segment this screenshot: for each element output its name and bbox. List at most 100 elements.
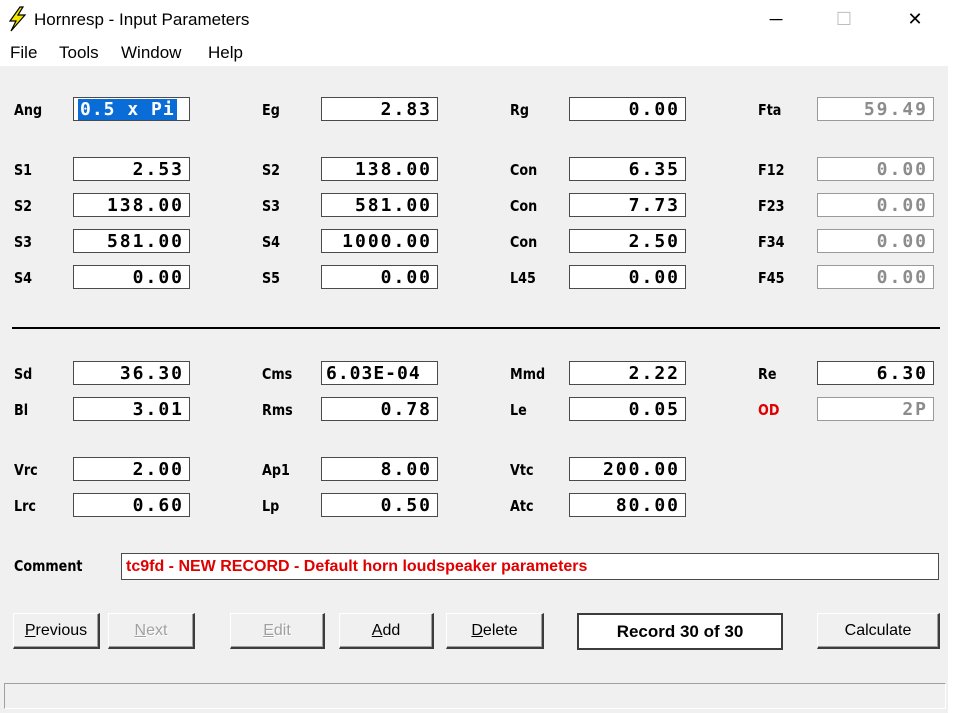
f12-label: F12 xyxy=(758,161,785,179)
ap1-field[interactable]: 8.00 xyxy=(321,457,438,481)
lp-field[interactable]: 0.50 xyxy=(321,493,438,517)
eg-field[interactable]: 2.83 xyxy=(321,97,438,121)
add-text: dd xyxy=(382,622,401,639)
cms-field[interactable]: 6.03E-04 xyxy=(321,361,438,385)
calculate-button[interactable]: Calculate xyxy=(817,613,940,649)
s1-label: S1 xyxy=(14,161,33,179)
next-text: ext xyxy=(146,622,168,639)
rms-label: Rms xyxy=(262,401,293,419)
atc-field[interactable]: 80.00 xyxy=(569,493,686,517)
con2-label: Con xyxy=(510,197,538,215)
f23-field: 0.00 xyxy=(817,193,934,217)
s3-field[interactable]: 581.00 xyxy=(73,229,190,253)
delete-button[interactable]: Delete xyxy=(446,613,544,649)
lp-label: Lp xyxy=(262,497,280,515)
f23-label: F23 xyxy=(758,197,785,215)
delete-accel: D xyxy=(471,622,483,639)
menu-window[interactable]: Window xyxy=(121,43,181,63)
section-divider xyxy=(12,327,940,329)
ap1-label: Ap1 xyxy=(262,461,290,479)
f12-field: 0.00 xyxy=(817,157,934,181)
con2-field[interactable]: 7.73 xyxy=(569,193,686,217)
s2-label: S2 xyxy=(14,197,33,215)
mmd-field[interactable]: 2.22 xyxy=(569,361,686,385)
vtc-field[interactable]: 200.00 xyxy=(569,457,686,481)
rg-label: Rg xyxy=(510,101,529,119)
con3-label: Con xyxy=(510,233,538,251)
lrc-label: Lrc xyxy=(14,497,36,515)
con1-field[interactable]: 6.35 xyxy=(569,157,686,181)
minimize-button[interactable]: ─ xyxy=(764,8,788,30)
s3-end-label: S3 xyxy=(262,197,281,215)
bl-field[interactable]: 3.01 xyxy=(73,397,190,421)
s3-label: S3 xyxy=(14,233,33,251)
next-button[interactable]: Next xyxy=(108,613,195,649)
f45-field: 0.00 xyxy=(817,265,934,289)
s1-field[interactable]: 2.53 xyxy=(73,157,190,181)
l45-label: L45 xyxy=(510,269,536,287)
delete-text: elete xyxy=(482,622,518,639)
record-indicator: Record 30 of 30 xyxy=(577,613,783,650)
lightning-icon xyxy=(8,6,27,32)
s5-label: S5 xyxy=(262,269,281,287)
menu-bar: File Tools Window Help xyxy=(0,38,953,66)
rms-field[interactable]: 0.78 xyxy=(321,397,438,421)
window-edge xyxy=(948,66,953,713)
con3-field[interactable]: 2.50 xyxy=(569,229,686,253)
s2-end-label: S2 xyxy=(262,161,281,179)
title-bar: Hornresp - Input Parameters ─ ☐ ✕ xyxy=(0,0,953,38)
edit-accel: E xyxy=(263,622,274,639)
fta-label: Fta xyxy=(758,101,782,119)
edit-text: dit xyxy=(273,622,291,639)
atc-label: Atc xyxy=(510,497,534,515)
menu-tools[interactable]: Tools xyxy=(59,43,99,63)
close-button[interactable]: ✕ xyxy=(903,8,927,30)
ang-field[interactable]: 0.5 x Pi xyxy=(73,97,190,121)
comment-field[interactable]: tc9fd - NEW RECORD - Default horn loudsp… xyxy=(121,553,939,580)
cms-label: Cms xyxy=(262,365,293,383)
previous-button[interactable]: Previous xyxy=(13,613,100,649)
s3-end-field[interactable]: 581.00 xyxy=(321,193,438,217)
od-label[interactable]: OD xyxy=(758,401,779,419)
od-field: 2P xyxy=(817,397,934,421)
bl-label: Bl xyxy=(14,401,29,419)
mmd-label: Mmd xyxy=(510,365,546,383)
add-button[interactable]: Add xyxy=(339,613,434,649)
ang-label: Ang xyxy=(14,101,43,119)
lrc-field[interactable]: 0.60 xyxy=(73,493,190,517)
con1-label: Con xyxy=(510,161,538,179)
menu-file[interactable]: File xyxy=(10,43,37,63)
f34-label: F34 xyxy=(758,233,785,251)
s2-end-field[interactable]: 138.00 xyxy=(321,157,438,181)
re-field[interactable]: 6.30 xyxy=(817,361,934,385)
comment-label: Comment xyxy=(14,557,83,575)
menu-help[interactable]: Help xyxy=(208,43,243,63)
window-title: Hornresp - Input Parameters xyxy=(34,10,250,29)
edit-button[interactable]: Edit xyxy=(230,613,325,649)
fta-field: 59.49 xyxy=(817,97,934,121)
s4-label: S4 xyxy=(14,269,33,287)
next-accel: N xyxy=(134,622,147,639)
s5-field[interactable]: 0.00 xyxy=(321,265,438,289)
s2-field[interactable]: 138.00 xyxy=(73,193,190,217)
f34-field: 0.00 xyxy=(817,229,934,253)
previous-text: revious xyxy=(35,622,88,639)
add-accel: A xyxy=(371,622,383,639)
eg-label: Eg xyxy=(262,101,280,119)
sd-field[interactable]: 36.30 xyxy=(73,361,190,385)
le-label: Le xyxy=(510,401,527,419)
re-label: Re xyxy=(758,365,777,383)
vrc-field[interactable]: 2.00 xyxy=(73,457,190,481)
vtc-label: Vtc xyxy=(510,461,534,479)
vrc-label: Vrc xyxy=(14,461,38,479)
le-field[interactable]: 0.05 xyxy=(569,397,686,421)
sd-label: Sd xyxy=(14,365,33,383)
previous-accel: P xyxy=(24,622,36,639)
f45-label: F45 xyxy=(758,269,785,287)
s4-field[interactable]: 0.00 xyxy=(73,265,190,289)
rg-field[interactable]: 0.00 xyxy=(569,97,686,121)
l45-field[interactable]: 0.00 xyxy=(569,265,686,289)
status-bar xyxy=(4,683,946,709)
s4-end-field[interactable]: 1000.00 xyxy=(321,229,438,253)
maximize-button[interactable]: ☐ xyxy=(832,8,856,30)
